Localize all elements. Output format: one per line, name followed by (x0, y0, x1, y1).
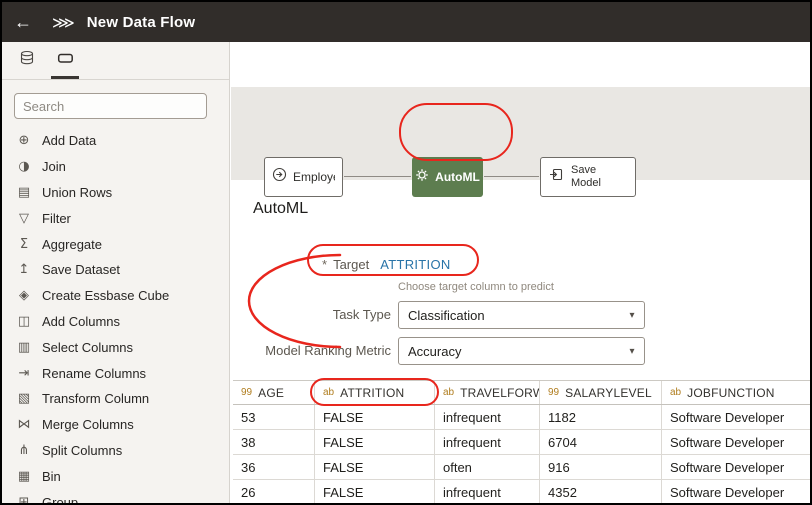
join-icon: ◑ (18, 159, 30, 175)
chevron-down-icon: ▾ (629, 309, 635, 321)
datasets-icon (19, 50, 35, 71)
column-header-age[interactable]: 99 AGE (233, 381, 315, 404)
aggregate-icon: Σ (19, 236, 29, 252)
essbase-cube-icon: ◈ (19, 288, 29, 304)
sidebar-item-rename-columns[interactable]: ⇥ Rename Columns (2, 360, 229, 386)
target-field: * Target ATTRITION (322, 253, 451, 275)
main-area: Employee... AutoML Save Model AutoML * T… (231, 42, 810, 503)
chevron-down-icon: ▾ (629, 345, 635, 357)
sidebar-item-add-columns[interactable]: ◫ Add Columns (2, 309, 229, 335)
transform-column-icon: ▧ (17, 391, 31, 407)
column-header-travelforwork[interactable]: abTRAVELFORW... (435, 381, 540, 404)
table-row: 38 FALSE infrequent 6704 Software Develo… (233, 430, 810, 455)
column-header-salarylevel[interactable]: 99 SALARYLEVEL (540, 381, 662, 404)
target-help-text: Choose target column to predict (398, 281, 554, 293)
text-type-icon: ab (670, 387, 682, 398)
source-step-icon (272, 167, 287, 187)
sidebar-item-bin[interactable]: ▦ Bin (2, 463, 229, 489)
sidebar-item-add-data[interactable]: ⊕ Add Data (2, 128, 229, 154)
table-header-row: 99AGE abATTRITION abTRAVELFORW... 99SALA… (233, 380, 810, 405)
column-header-attrition[interactable]: ab ATTRITION (315, 381, 435, 404)
model-ranking-metric-label: Model Ranking Metric (265, 343, 391, 358)
select-columns-icon: ▥ (17, 339, 31, 355)
sidebar-item-create-essbase-cube[interactable]: ◈ Create Essbase Cube (2, 283, 229, 309)
target-label: Target (333, 256, 370, 272)
sidebar-item-join[interactable]: ◑ Join (2, 154, 229, 180)
add-data-icon: ⊕ (18, 133, 30, 149)
rename-columns-icon: ⇥ (18, 365, 30, 381)
data-flow-icon: ⋙ (52, 12, 75, 32)
connector-line (344, 176, 411, 177)
sidebar-item-group[interactable]: ⊞ Group (2, 489, 229, 505)
sidebar-item-split-columns[interactable]: ⋔ Split Columns (2, 438, 229, 464)
target-value[interactable]: ATTRITION (380, 257, 450, 272)
flow-steps-icon (57, 50, 74, 71)
back-button[interactable]: ← (2, 2, 44, 42)
sidebar-tabs (2, 42, 229, 80)
model-ranking-metric-select[interactable]: Accuracy ▾ (398, 337, 645, 365)
table-row: 36 FALSE often 916 Software Developer (233, 455, 810, 480)
header-bar: ← ⋙ New Data Flow (2, 2, 810, 42)
search-input[interactable] (14, 93, 207, 119)
text-type-icon: ab (323, 387, 335, 398)
node-employee-source[interactable]: Employee... (264, 157, 343, 197)
table-row: 53 FALSE infrequent 1182 Software Develo… (233, 405, 810, 430)
sidebar-item-filter[interactable]: ▽ Filter (2, 205, 229, 231)
step-list: ⊕ Add Data ◑ Join ▤ Union Rows ▽ Filter Σ Agg… (2, 128, 229, 505)
task-type-label: Task Type (332, 307, 391, 322)
flow-diagram: Employee... AutoML Save Model (231, 87, 810, 197)
split-columns-icon: ⋔ (18, 442, 30, 458)
required-mark: * (322, 256, 328, 272)
sidebar-item-union-rows[interactable]: ▤ Union Rows (2, 180, 229, 206)
numeric-type-icon: 99 (241, 387, 253, 398)
search-box (14, 93, 217, 119)
group-icon: ⊞ (18, 494, 30, 505)
sidebar-item-aggregate[interactable]: Σ Aggregate (2, 231, 229, 257)
page-title: New Data Flow (86, 13, 196, 31)
sidebar-item-transform-column[interactable]: ▧ Transform Column (2, 386, 229, 412)
automl-step-icon (415, 168, 429, 187)
sidebar: ⊕Add Data ◑Join ▤Union Rows ▽Filter ΣAgg… (2, 42, 230, 505)
merge-columns-icon: ⋈ (17, 417, 31, 433)
save-dataset-icon: ↥ (18, 262, 30, 278)
connector-line (484, 176, 539, 177)
panel-title: AutoML (253, 200, 309, 217)
sidebar-item-merge-columns[interactable]: ⋈ Merge Columns (2, 412, 229, 438)
back-arrow-icon: ← (14, 11, 32, 32)
bin-icon: ▦ (17, 468, 31, 484)
task-type-select[interactable]: Classification ▾ (398, 301, 645, 329)
sidebar-item-select-columns[interactable]: ▥ Select Columns (2, 334, 229, 360)
tab-flow-steps[interactable] (46, 42, 84, 79)
union-rows-icon: ▤ (17, 184, 31, 200)
app-window: ← ⋙ New Data Flow ⊕Add Data ◑Join ▤Union… (0, 0, 812, 505)
tab-datasets[interactable] (8, 42, 46, 79)
node-automl[interactable]: AutoML (412, 157, 483, 197)
numeric-type-icon: 99 (548, 387, 560, 398)
table-row: 26 FALSE infrequent 4352 Software Develo… (233, 480, 810, 503)
node-save-model[interactable]: Save Model (540, 157, 636, 197)
data-preview-table: 99AGE abATTRITION abTRAVELFORW... 99SALA… (233, 380, 810, 503)
sidebar-item-save-dataset[interactable]: ↥ Save Dataset (2, 257, 229, 283)
text-type-icon: ab (443, 387, 455, 398)
add-columns-icon: ◫ (17, 313, 31, 329)
save-model-step-icon (549, 167, 564, 187)
filter-icon: ▽ (19, 210, 29, 226)
column-header-jobfunction[interactable]: ab JOBFUNCTION (662, 381, 810, 404)
